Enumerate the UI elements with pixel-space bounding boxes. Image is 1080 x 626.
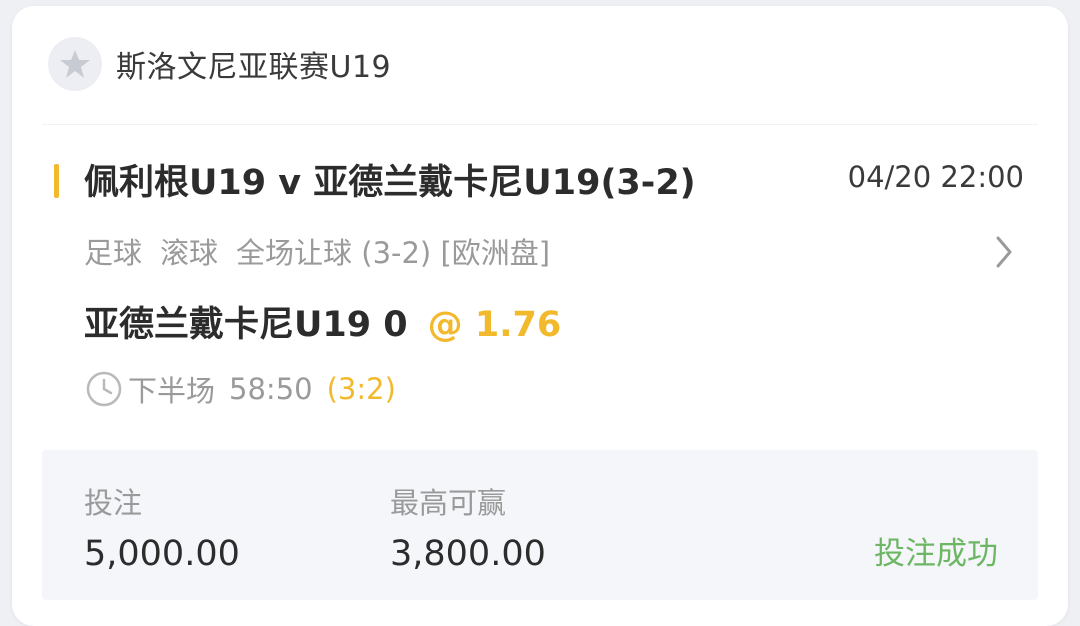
mode-label: 滚球 <box>160 236 219 270</box>
selection: 亚德兰戴卡尼U19 0 @ 1.76 <box>84 296 561 347</box>
match-period: 下半场 <box>128 374 216 408</box>
match-clock: 58:50 <box>229 372 313 406</box>
max-win-value: 3,800.00 <box>390 534 546 574</box>
league-name: 斯洛文尼亚联赛U19 <box>116 50 392 85</box>
stake-value: 5,000.00 <box>84 534 240 574</box>
stake-column: 投注 5,000.00 <box>84 480 240 574</box>
chevron-right-icon[interactable] <box>990 232 1018 272</box>
bet-summary: 投注 5,000.00 最高可赢 3,800.00 投注成功 <box>42 450 1038 600</box>
star-badge-icon <box>48 37 102 91</box>
bet-result-status: 投注成功 <box>874 536 998 572</box>
market-label: 全场让球 (3-2) [欧洲盘] <box>236 236 551 270</box>
sport-label: 足球 <box>84 236 143 270</box>
accent-bar <box>54 164 59 198</box>
match-title: 佩利根U19 v 亚德兰戴卡尼U19(3-2) <box>84 163 696 203</box>
match-meta: 足球 滚球 全场让球 (3-2) [欧洲盘] <box>84 230 550 272</box>
live-score: (3:2) <box>326 372 396 406</box>
stake-label: 投注 <box>84 486 143 520</box>
bet-slip-card[interactable]: 斯洛文尼亚联赛U19 佩利根U19 v 亚德兰戴卡尼U19(3-2) 04/20… <box>12 6 1068 626</box>
match-status: 下半场 58:50 (3:2) <box>84 368 396 410</box>
league-header: 斯洛文尼亚联赛U19 <box>48 34 391 94</box>
divider <box>42 124 1038 125</box>
selection-name: 亚德兰戴卡尼U19 0 <box>84 305 408 345</box>
match-time: 04/20 22:00 <box>847 160 1024 194</box>
clock-icon <box>84 369 124 409</box>
max-win-column: 最高可赢 3,800.00 <box>390 480 546 574</box>
odds-value: @ 1.76 <box>427 305 562 345</box>
max-win-label: 最高可赢 <box>390 486 507 520</box>
